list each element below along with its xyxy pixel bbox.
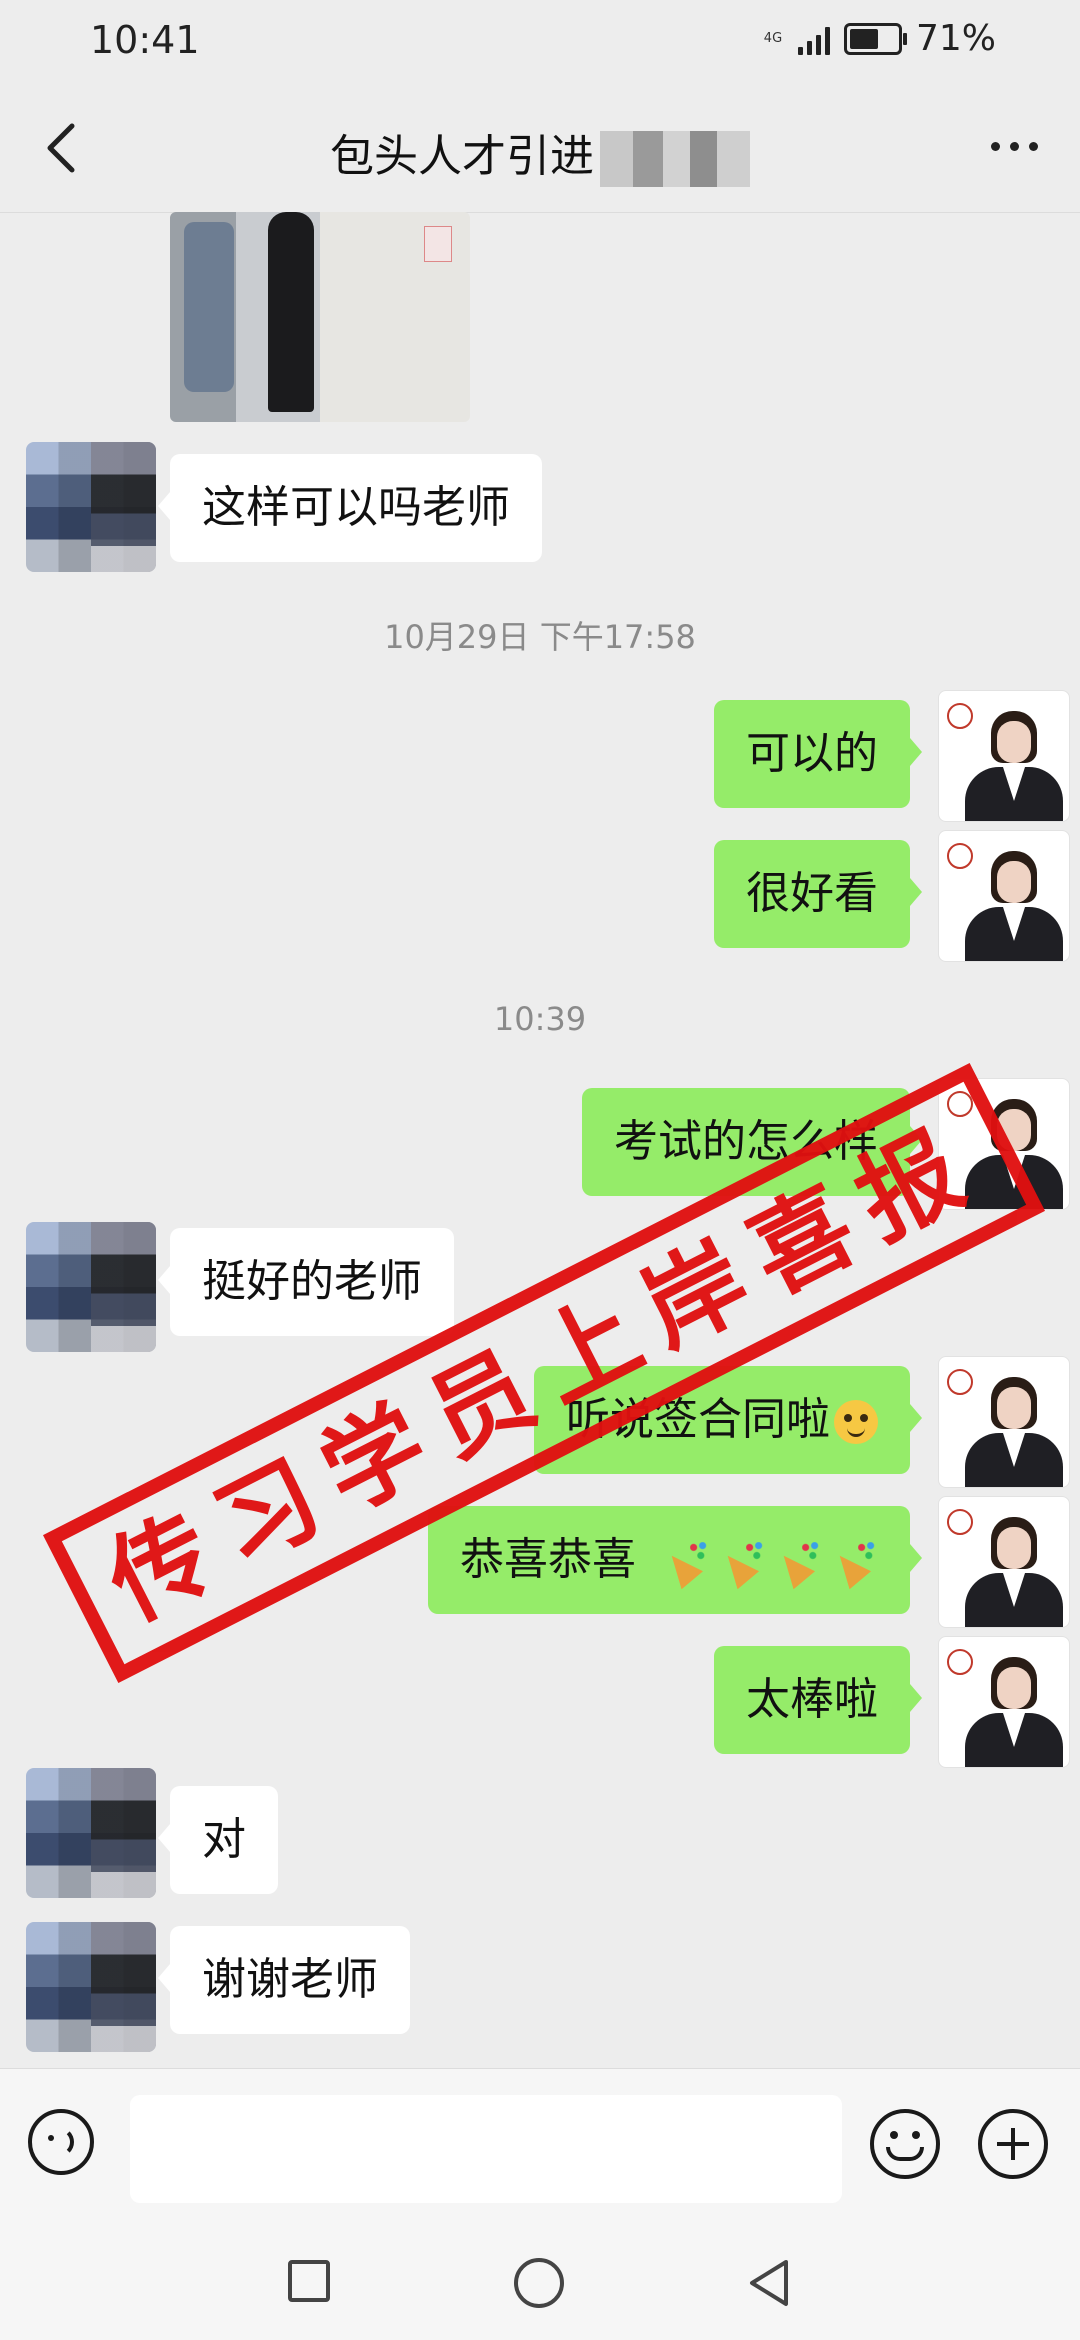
party-popper-emoji (716, 1540, 766, 1590)
nav-home-icon[interactable] (514, 2258, 564, 2308)
voice-icon[interactable] (28, 2109, 94, 2175)
chat-title: 包头人才引进 (0, 120, 1080, 187)
chat-title-text: 包头人才引进 (330, 131, 594, 182)
party-popper-emoji (660, 1540, 710, 1590)
teacher-avatar[interactable] (938, 830, 1070, 962)
party-popper-emoji (772, 1540, 822, 1590)
teacher-avatar[interactable] (938, 1078, 1070, 1210)
network-type: 4G (763, 31, 783, 46)
message-input[interactable] (130, 2095, 842, 2203)
party-popper-emoji (828, 1540, 878, 1590)
outgoing-message[interactable]: 太棒啦 (714, 1646, 922, 1754)
outgoing-message[interactable]: 很好看 (714, 840, 922, 948)
timestamp: 10月29日 下午17:58 (384, 618, 696, 656)
message-text: 恭喜恭喜 (460, 1534, 636, 1585)
customer-avatar[interactable] (26, 1922, 156, 2052)
chat-area[interactable]: 这样可以吗老师 10月29日 下午17:58 可以的 很好看 10:39 考试的… (0, 212, 1080, 2068)
outgoing-message[interactable]: 听说签合同啦 (534, 1366, 922, 1474)
incoming-message[interactable]: 谢谢老师 (158, 1926, 410, 2034)
battery-percent: 71% (915, 18, 996, 59)
teacher-avatar[interactable] (938, 690, 1070, 822)
customer-avatar[interactable] (26, 1222, 156, 1352)
status-right: 4G 71% (762, 18, 996, 59)
chat-header: 包头人才引进 (0, 84, 1080, 213)
timestamp: 10:39 (493, 1000, 587, 1038)
plus-icon[interactable] (978, 2109, 1048, 2179)
teacher-avatar[interactable] (938, 1356, 1070, 1488)
status-time: 10:41 (90, 18, 200, 62)
incoming-message[interactable]: 对 (158, 1786, 278, 1894)
signal-icon (797, 23, 830, 55)
title-redacted (600, 131, 750, 187)
outgoing-message[interactable]: 恭喜恭喜 (428, 1506, 922, 1614)
incoming-message[interactable]: 挺好的老师 (158, 1228, 454, 1336)
outgoing-message[interactable]: 可以的 (714, 700, 922, 808)
teacher-avatar[interactable] (938, 1496, 1070, 1628)
customer-avatar[interactable] (26, 1768, 156, 1898)
message-text: 听说签合同啦 (566, 1394, 830, 1445)
incoming-message[interactable]: 这样可以吗老师 (158, 454, 542, 562)
battery-icon (843, 22, 907, 55)
customer-avatar[interactable] (26, 442, 156, 572)
system-nav-bar (0, 2230, 1080, 2340)
outgoing-message[interactable]: 考试的怎么样 (582, 1088, 922, 1196)
teacher-avatar[interactable] (938, 1636, 1070, 1768)
nav-back-icon[interactable] (746, 2258, 792, 2308)
nav-recent-icon[interactable] (288, 2260, 330, 2302)
more-icon[interactable] (991, 142, 1038, 151)
input-bar (0, 2068, 1080, 2231)
smiling-face-emoji (834, 1400, 878, 1444)
image-message[interactable] (170, 212, 470, 422)
emoji-icon[interactable] (870, 2109, 940, 2179)
status-bar: 10:41 4G 71% (0, 0, 1080, 84)
